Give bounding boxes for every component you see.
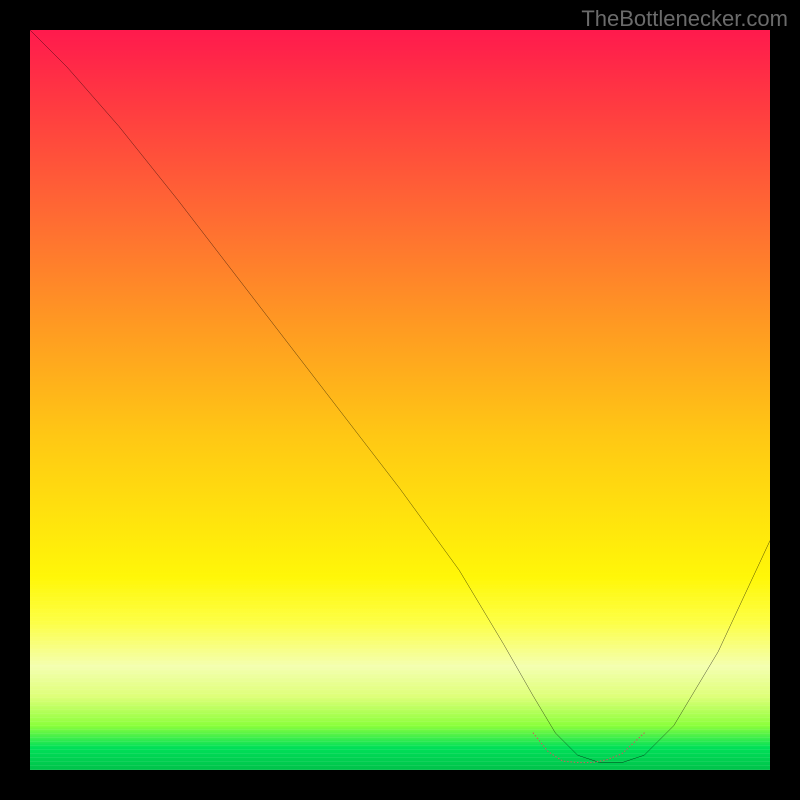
bottleneck-curve (30, 30, 770, 763)
curve-layer (30, 30, 770, 770)
chart-container: TheBottlenecker.com (0, 0, 800, 800)
watermark-text: TheBottlenecker.com (581, 6, 788, 32)
optimal-range-marker (533, 733, 644, 763)
plot-area (30, 30, 770, 770)
